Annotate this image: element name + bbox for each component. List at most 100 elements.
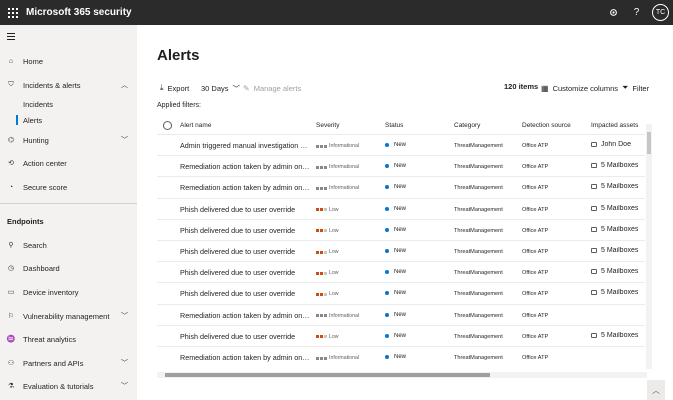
status-dot-icon: [385, 270, 389, 275]
horizontal-scrollbar[interactable]: [157, 372, 647, 378]
column-status[interactable]: Status: [385, 122, 403, 129]
category: ThreatManagement: [454, 164, 503, 171]
detection-source: Office ATP: [522, 312, 549, 319]
chevron-up-icon: ︿: [652, 385, 660, 395]
mailbox-icon: [591, 269, 597, 275]
column-severity[interactable]: Severity: [316, 122, 339, 129]
time-range-dropdown[interactable]: 30 Days ﹀: [201, 82, 240, 94]
severity-bars-icon: [316, 208, 327, 212]
table-row[interactable]: Phish delivered due to user override Low N…: [157, 218, 645, 240]
table-row[interactable]: Phish delivered due to user override Low N…: [157, 261, 645, 282]
sidebar-item-hunting[interactable]: ⌬ Hunting ﹀: [0, 132, 137, 148]
category: ThreatManagement: [454, 355, 503, 361]
table-row[interactable]: Phish delivered due to user override Low N…: [157, 197, 645, 219]
help-button[interactable]: ?: [625, 0, 648, 25]
chevron-down-icon: ﹀: [121, 313, 128, 320]
download-icon: ⤓: [160, 83, 164, 92]
sidebar-item-incidents-alerts[interactable]: ⛉ Incidents & alerts ︿: [0, 77, 137, 93]
alert-name[interactable]: Phish delivered due to user override: [180, 226, 310, 235]
dashboard-icon: ◷: [7, 265, 15, 272]
table-row[interactable]: Remediation action taken by admin on ...…: [157, 346, 645, 367]
evaluation-icon: ⚗: [7, 383, 15, 390]
export-button[interactable]: ⤓ Export: [160, 82, 189, 94]
status-dot-icon: [385, 312, 389, 317]
table-row[interactable]: Remediation action taken by admin on ...…: [157, 303, 645, 325]
scroll-to-top-button[interactable]: ︿: [647, 380, 665, 400]
category: ThreatManagement: [454, 249, 503, 255]
alert-name[interactable]: Remediation action taken by admin on ...: [180, 162, 310, 171]
severity-bars-icon: [316, 186, 327, 190]
mailbox-icon: [591, 142, 597, 147]
alert-name[interactable]: Phish delivered due to user override: [180, 332, 310, 341]
sidebar-item-alerts[interactable]: Alerts: [0, 113, 137, 127]
table-row[interactable]: Phish delivered due to user override Low N…: [157, 240, 645, 261]
detection-source: Office ATP: [522, 206, 549, 213]
status: New: [385, 227, 406, 233]
status: New: [385, 312, 406, 318]
category: ThreatManagement: [454, 291, 503, 298]
alert-name[interactable]: Phish delivered due to user override: [180, 205, 310, 214]
avatar[interactable]: TC: [652, 4, 669, 21]
status-dot-icon: [385, 249, 389, 253]
table-row[interactable]: Admin triggered manual investigation o..…: [157, 134, 645, 155]
vertical-scroll-thumb[interactable]: [647, 132, 651, 154]
column-detection-source[interactable]: Detection source: [522, 122, 571, 129]
column-impacted-assets[interactable]: Impacted assets: [591, 122, 638, 129]
mailbox-icon: [591, 332, 597, 338]
column-category[interactable]: Category: [454, 122, 480, 129]
alert-name[interactable]: Remediation action taken by admin on ...: [180, 353, 310, 362]
impacted-assets: 5 Mailboxes: [591, 183, 638, 190]
severity: Informational: [316, 164, 359, 170]
vertical-scrollbar[interactable]: [646, 124, 652, 369]
active-indicator: [16, 115, 18, 125]
sidebar-item-threat-analytics[interactable]: ♒ Threat analytics: [0, 331, 137, 347]
sidebar-item-partners-apis[interactable]: ⚇ Partners and APIs ﹀: [0, 355, 137, 371]
sidebar-item-evaluation[interactable]: ⚗ Evaluation & tutorials ﹀: [0, 378, 137, 394]
status-dot-icon: [385, 143, 389, 147]
alert-name[interactable]: Phish delivered due to user override: [180, 247, 310, 256]
filter-button[interactable]: ⏷ Filter: [622, 82, 649, 94]
severity: Informational: [316, 185, 359, 191]
mailbox-icon: [591, 248, 597, 253]
alert-name[interactable]: Remediation action taken by admin on ...: [180, 183, 310, 192]
status: New: [385, 333, 406, 339]
hunting-icon: ⌬: [7, 137, 15, 144]
impacted-assets: 5 Mailboxes: [591, 226, 638, 233]
mailbox-icon: [591, 290, 597, 296]
severity-bars-icon: [316, 356, 327, 360]
select-all-checkbox[interactable]: [163, 121, 172, 130]
section-endpoints: Endpoints: [7, 217, 44, 226]
customize-columns-button[interactable]: ▦ Customize columns: [541, 82, 618, 94]
sidebar-item-vulnerability-management[interactable]: ⚐ Vulnerability management ﹀: [0, 308, 137, 324]
partners-icon: ⚇: [7, 360, 15, 367]
sidebar-item-secure-score[interactable]: ◔ Secure score: [0, 179, 137, 195]
waffle-icon: [8, 7, 18, 18]
status: New: [385, 206, 406, 212]
alert-name[interactable]: Remediation action taken by admin on ...: [180, 311, 310, 320]
sidebar-item-action-center[interactable]: ⟲ Action center: [0, 155, 137, 171]
severity-bars-icon: [316, 165, 327, 169]
sidebar-item-device-inventory[interactable]: ▭ Device inventory: [0, 284, 137, 300]
app-launcher-button[interactable]: [0, 0, 26, 25]
manage-alerts-button[interactable]: ✎ Manage alerts: [243, 82, 301, 94]
horizontal-scroll-thumb[interactable]: [165, 373, 490, 377]
status: New: [385, 184, 406, 190]
column-alert-name[interactable]: Alert name: [180, 122, 211, 129]
alert-name[interactable]: Phish delivered due to user override: [180, 268, 310, 277]
mailbox-icon: [591, 184, 597, 190]
sidebar-item-search[interactable]: ⚲ Search: [0, 237, 137, 253]
alert-name[interactable]: Phish delivered due to user override: [180, 289, 310, 298]
sidebar-item-incidents[interactable]: Incidents: [0, 97, 137, 111]
table-row[interactable]: Remediation action taken by admin on ...…: [157, 176, 645, 197]
severity: Low: [316, 270, 339, 276]
sidebar-item-dashboard[interactable]: ◷ Dashboard: [0, 260, 137, 276]
table-row[interactable]: Phish delivered due to user override Low N…: [157, 282, 645, 303]
status: New: [385, 163, 406, 169]
table-row[interactable]: Remediation action taken by admin on ...…: [157, 155, 645, 176]
sidebar-item-home[interactable]: ⌂ Home: [0, 53, 137, 69]
settings-button[interactable]: [602, 0, 625, 25]
alert-name[interactable]: Admin triggered manual investigation o..…: [180, 141, 310, 150]
collapse-nav-button[interactable]: [7, 33, 15, 42]
table-row[interactable]: Phish delivered due to user override Low N…: [157, 324, 645, 346]
severity-bars-icon: [316, 271, 327, 275]
